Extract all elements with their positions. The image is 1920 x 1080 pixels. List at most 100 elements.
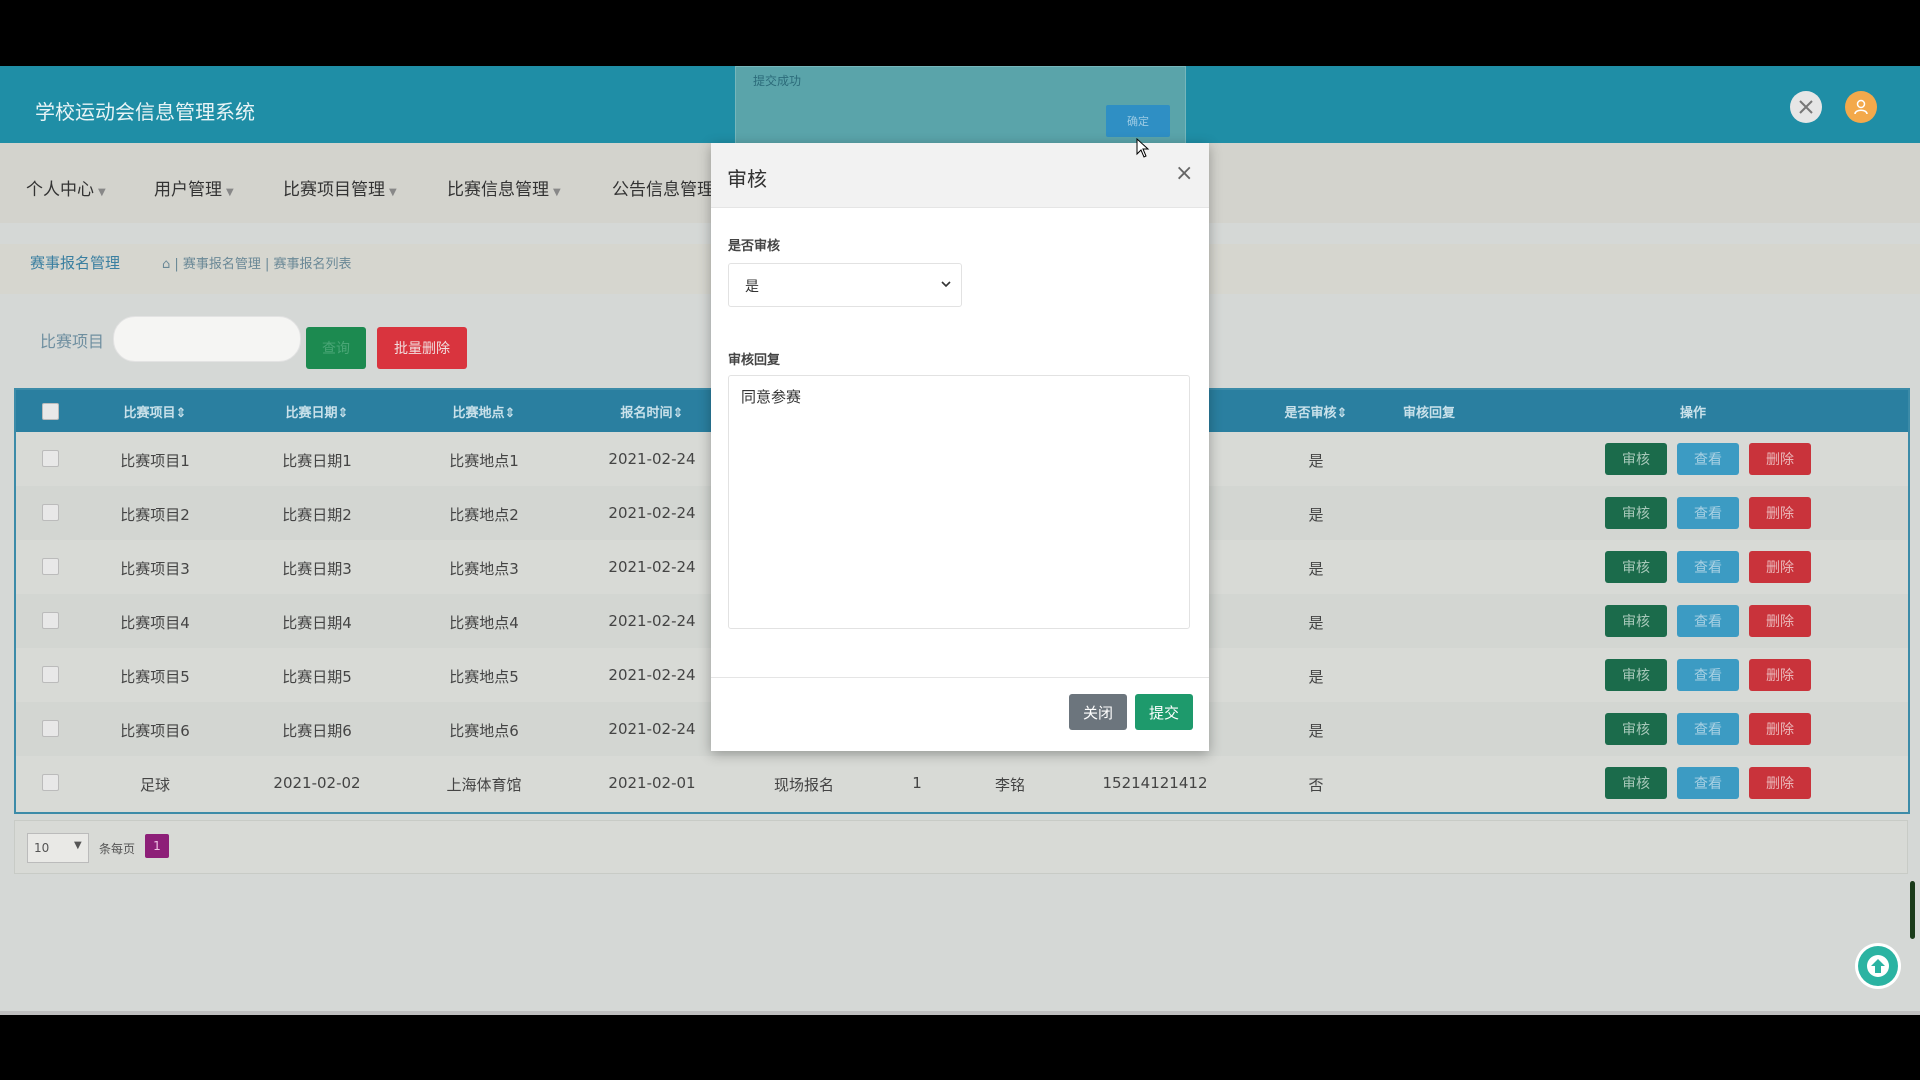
nav-item-event-info[interactable]: 比赛信息管理 ▼ [447, 175, 561, 200]
home-icon[interactable]: ⌂ [162, 257, 174, 272]
row-checkbox[interactable] [42, 558, 59, 575]
search-button[interactable]: 查询 [306, 327, 366, 369]
table-cell: 李铭 [994, 776, 1026, 794]
table-cell: 比赛项目1 [120, 452, 190, 470]
row-checkbox[interactable] [42, 612, 59, 629]
col-header-reviewed[interactable]: 是否审核⇕ [1285, 402, 1348, 421]
review-button[interactable]: 审核 [1605, 767, 1667, 799]
table-cell: 比赛地点1 [449, 452, 519, 470]
breadcrumb: ⌂ | 赛事报名管理 | 赛事报名列表 [162, 257, 352, 272]
view-button[interactable]: 查看 [1677, 443, 1739, 475]
review-button[interactable]: 审核 [1605, 443, 1667, 475]
table-cell: 比赛地点2 [449, 506, 519, 524]
delete-button[interactable]: 删除 [1749, 497, 1811, 529]
delete-button[interactable]: 删除 [1749, 551, 1811, 583]
row-checkbox[interactable] [42, 450, 59, 467]
view-button[interactable]: 查看 [1677, 605, 1739, 637]
back-to-top-button[interactable] [1858, 946, 1898, 986]
avatar[interactable] [1845, 91, 1877, 123]
table-cell: 否 [1308, 776, 1324, 794]
table-cell: 是 [1308, 668, 1324, 686]
submit-button[interactable]: 提交 [1135, 694, 1193, 730]
delete-button[interactable]: 删除 [1749, 659, 1811, 691]
table-cell: 2021-02-01 [608, 774, 696, 792]
row-checkbox[interactable] [42, 774, 59, 791]
col-header-signup-time[interactable]: 报名时间⇕ [621, 402, 684, 421]
close-icon[interactable]: × [1175, 161, 1193, 186]
table-cell: 比赛项目6 [120, 722, 190, 740]
delete-button[interactable]: 删除 [1749, 605, 1811, 637]
delete-button[interactable]: 删除 [1749, 713, 1811, 745]
col-header-date[interactable]: 比赛日期⇕ [286, 402, 349, 421]
table-cell: 比赛地点4 [449, 614, 519, 632]
scrollbar[interactable] [1910, 881, 1915, 939]
table-cell: 上海体育馆 [446, 776, 522, 794]
review-reply-label: 审核回复 [728, 353, 781, 368]
review-button[interactable]: 审核 [1605, 497, 1667, 529]
modal-header: 审核 × [711, 143, 1209, 208]
nav-item-personal-center[interactable]: 个人中心 ▼ [26, 175, 106, 200]
table-row: 足球 2021-02-02 上海体育馆 2021-02-01 现场报名 1 李铭 152141… [16, 756, 1908, 810]
reviewed-label: 是否审核 [728, 239, 781, 254]
batch-delete-button[interactable]: 批量删除 [377, 327, 467, 369]
nav-item-user-management[interactable]: 用户管理 ▼ [154, 175, 234, 200]
app-title: 学校运动会信息管理系统 [35, 100, 255, 124]
view-button[interactable]: 查看 [1677, 659, 1739, 691]
col-header-location[interactable]: 比赛地点⇕ [453, 402, 516, 421]
view-button[interactable]: 查看 [1677, 551, 1739, 583]
table-cell: 2021-02-24 [608, 558, 696, 576]
col-header-project[interactable]: 比赛项目⇕ [124, 402, 187, 421]
success-toast: 提交成功 确定 [735, 66, 1186, 155]
toast-message: 提交成功 [753, 74, 802, 88]
fullscreen-icon[interactable] [1790, 91, 1822, 123]
table-cell: 比赛项目5 [120, 668, 190, 686]
view-button[interactable]: 查看 [1677, 767, 1739, 799]
search-input[interactable] [113, 316, 301, 362]
chevron-down-icon: ▼ [74, 840, 82, 851]
review-button[interactable]: 审核 [1605, 659, 1667, 691]
table-cell: 是 [1308, 722, 1324, 740]
review-button[interactable]: 审核 [1605, 713, 1667, 745]
review-button[interactable]: 审核 [1605, 605, 1667, 637]
delete-button[interactable]: 删除 [1749, 767, 1811, 799]
page-number-current[interactable]: 1 [145, 834, 169, 858]
table-cell: 比赛地点6 [449, 722, 519, 740]
chevron-down-icon: ▼ [226, 187, 234, 198]
table-cell: 是 [1308, 614, 1324, 632]
review-reply-textarea[interactable]: 同意参赛 [728, 375, 1190, 629]
chevron-down-icon: ▼ [98, 187, 106, 198]
row-checkbox[interactable] [42, 666, 59, 683]
nav-item-event-project[interactable]: 比赛项目管理 ▼ [283, 175, 397, 200]
table-cell: 现场报名 [773, 776, 835, 794]
table-cell: 比赛日期2 [282, 506, 352, 524]
table-cell: 比赛项目3 [120, 560, 190, 578]
mouse-cursor-icon [1136, 138, 1150, 158]
view-button[interactable]: 查看 [1677, 713, 1739, 745]
page-size-label: 条每页 [99, 842, 136, 856]
table-cell: 比赛地点3 [449, 560, 519, 578]
table-cell: 2021-02-24 [608, 720, 696, 738]
table-cell: 比赛地点5 [449, 668, 519, 686]
chevron-down-icon [941, 281, 951, 288]
delete-button[interactable]: 删除 [1749, 443, 1811, 475]
review-button[interactable]: 审核 [1605, 551, 1667, 583]
table-cell: 足球 [139, 776, 171, 794]
row-checkbox[interactable] [42, 504, 59, 521]
toast-ok-button[interactable]: 确定 [1106, 105, 1170, 137]
nav-item-announcement[interactable]: 公告信息管理▼ [612, 175, 726, 200]
table-cell: 2021-02-02 [273, 774, 361, 792]
view-button[interactable]: 查看 [1677, 497, 1739, 529]
row-checkbox[interactable] [42, 720, 59, 737]
modal-title: 审核 [727, 167, 767, 191]
close-button[interactable]: 关闭 [1069, 694, 1127, 730]
select-all-checkbox[interactable] [42, 403, 59, 420]
table-cell: 1 [912, 774, 922, 792]
reviewed-select[interactable]: 是 [728, 263, 962, 307]
page-title: 赛事报名管理 [30, 254, 121, 272]
col-header-actions: 操作 [1679, 406, 1707, 421]
search-label: 比赛项目 [40, 332, 105, 351]
chevron-down-icon: ▼ [553, 187, 561, 198]
col-header-review-reply: 审核回复 [1402, 406, 1456, 421]
table-cell: 是 [1308, 506, 1324, 524]
page-size-select[interactable]: 10 ▼ [27, 833, 89, 863]
